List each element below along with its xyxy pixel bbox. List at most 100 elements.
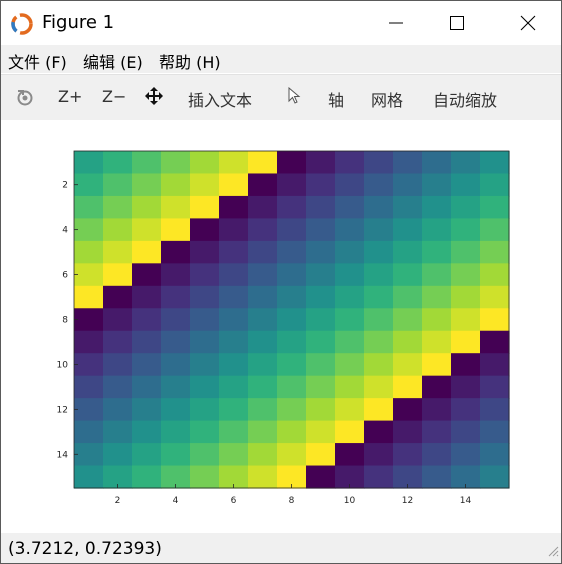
heatmap-cell (190, 308, 220, 332)
heatmap-cell (364, 263, 394, 287)
y-tick-label: 10 (57, 360, 69, 370)
heatmap-cell (103, 151, 133, 175)
menu-help[interactable]: 帮助 (H) (159, 49, 221, 73)
heatmap-cell (161, 398, 191, 422)
auto-scale-button[interactable]: 自动缩放 (433, 87, 497, 111)
heatmap-cell (364, 398, 394, 422)
heatmap-cell (422, 240, 452, 264)
heatmap-cell (248, 285, 278, 309)
x-tick-label: 12 (402, 496, 413, 506)
heatmap-cell (248, 398, 278, 422)
heatmap-cell (335, 398, 365, 422)
heatmap-cell (190, 263, 220, 287)
heatmap-cell (277, 443, 307, 467)
heatmap-cell (161, 375, 191, 399)
resize-grip-icon[interactable] (547, 542, 559, 561)
heatmap-cell (480, 173, 510, 197)
heatmap-cell (451, 173, 481, 197)
heatmap-cell (161, 443, 191, 467)
heatmap-cell (451, 353, 481, 377)
heatmap-cell (132, 353, 162, 377)
heatmap-cell (306, 285, 336, 309)
heatmap-cell (364, 195, 394, 219)
heatmap-cell (422, 308, 452, 332)
heatmap-cell (422, 285, 452, 309)
heatmap-cell (74, 465, 104, 489)
heatmap-cell (248, 173, 278, 197)
menu-file[interactable]: 文件 (F) (8, 49, 67, 73)
heatmap-cell (451, 443, 481, 467)
heatmap-cell (393, 151, 423, 175)
heatmap-cell (219, 353, 249, 377)
heatmap-cell (190, 151, 220, 175)
heatmap-cell (74, 195, 104, 219)
heatmap-cell (480, 218, 510, 242)
axes-button[interactable]: 轴 (328, 87, 344, 111)
heatmap-cell (190, 398, 220, 422)
heatmap-cell (219, 263, 249, 287)
heatmap-cell (277, 195, 307, 219)
heatmap-cell (190, 240, 220, 264)
heatmap-cell (248, 151, 278, 175)
pan-move-icon[interactable] (145, 87, 163, 109)
heatmap-cell (161, 195, 191, 219)
zoom-in-button[interactable]: Z+ (58, 87, 82, 106)
x-tick-label: 6 (231, 496, 237, 506)
heatmap-cell (364, 465, 394, 489)
zoom-out-button[interactable]: Z− (102, 87, 126, 106)
heatmap-cell (306, 173, 336, 197)
heatmap-plot[interactable]: 2 4 6 8 10 12 14 2 4 6 8 10 12 14 (1, 120, 561, 533)
data-cursor-icon[interactable] (288, 86, 302, 109)
heatmap-cell (219, 151, 249, 175)
heatmap-cell (393, 330, 423, 354)
heatmap-cell (306, 330, 336, 354)
heatmap-cell (451, 330, 481, 354)
heatmap-cell (132, 240, 162, 264)
heatmap-cell (422, 443, 452, 467)
heatmap-cell (364, 330, 394, 354)
heatmap-cell (422, 375, 452, 399)
x-tick-label: 14 (460, 496, 472, 506)
heatmap-cell (451, 285, 481, 309)
heatmap-cell (277, 151, 307, 175)
heatmap-cell (190, 465, 220, 489)
heatmap-cell (306, 375, 336, 399)
minimize-button[interactable] (373, 1, 419, 45)
heatmap-cell (335, 353, 365, 377)
heatmap-cell (161, 285, 191, 309)
heatmap-cell (248, 443, 278, 467)
heatmap-cell (364, 353, 394, 377)
title-bar[interactable]: Figure 1 (1, 1, 561, 45)
close-button[interactable] (505, 1, 551, 45)
heatmap-cell (219, 330, 249, 354)
heatmap-cell (103, 353, 133, 377)
heatmap-cell (190, 195, 220, 219)
heatmap-cell (248, 263, 278, 287)
figure-canvas[interactable]: 2 4 6 8 10 12 14 2 4 6 8 10 12 14 (1, 120, 561, 533)
heatmap-cell (74, 443, 104, 467)
heatmap-cell (277, 285, 307, 309)
heatmap-cell (103, 375, 133, 399)
heatmap-cell (422, 151, 452, 175)
heatmap-cell (451, 263, 481, 287)
menu-edit[interactable]: 编辑 (E) (83, 49, 143, 73)
heatmap-cell (103, 308, 133, 332)
insert-text-button[interactable]: 插入文本 (188, 87, 252, 111)
grid-button[interactable]: 网格 (371, 87, 403, 111)
heatmap-cell (132, 443, 162, 467)
rotate-3d-icon[interactable] (15, 87, 35, 111)
heatmap-cell (248, 420, 278, 444)
heatmap-cell (132, 285, 162, 309)
y-tick-label: 4 (62, 226, 68, 236)
heatmap-cell (103, 195, 133, 219)
heatmap-cell (393, 263, 423, 287)
heatmap-cell (480, 398, 510, 422)
heatmap-cell (132, 375, 162, 399)
heatmap-cell (132, 195, 162, 219)
heatmap-cell (306, 263, 336, 287)
heatmap-cell (190, 285, 220, 309)
heatmap-cell (74, 263, 104, 287)
heatmap-cell (190, 375, 220, 399)
heatmap-cell (364, 218, 394, 242)
maximize-button[interactable] (434, 1, 480, 45)
